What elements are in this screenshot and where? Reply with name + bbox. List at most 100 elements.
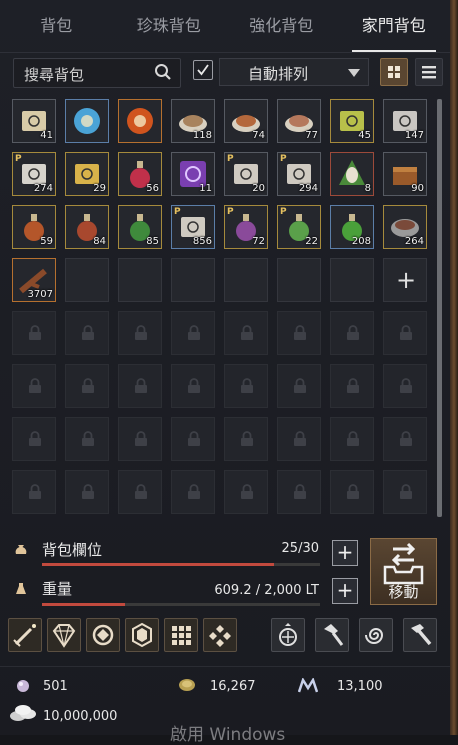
- inventory-slot[interactable]: 41: [12, 99, 56, 143]
- inventory-slot[interactable]: 208: [330, 205, 374, 249]
- locked-slot[interactable]: [12, 311, 56, 355]
- locked-slot[interactable]: [277, 470, 321, 514]
- inventory-slot[interactable]: 264: [383, 205, 427, 249]
- inventory-slot[interactable]: P 22: [277, 205, 321, 249]
- empty-slot[interactable]: [224, 258, 268, 302]
- auto-sort-checkbox[interactable]: [193, 60, 213, 80]
- sword-enhance-button[interactable]: [8, 618, 42, 652]
- grid-item-button[interactable]: [164, 618, 198, 652]
- locked-slot[interactable]: [330, 470, 374, 514]
- locked-slot[interactable]: [118, 417, 162, 461]
- locked-slot[interactable]: [65, 311, 109, 355]
- grid-view-button[interactable]: [380, 58, 408, 86]
- locked-slot[interactable]: [65, 364, 109, 408]
- tab-inventory[interactable]: 背包: [0, 0, 113, 52]
- locked-slot[interactable]: [171, 364, 215, 408]
- locked-slot[interactable]: [277, 311, 321, 355]
- locked-slot[interactable]: [277, 364, 321, 408]
- diamond-cluster-button[interactable]: [203, 618, 237, 652]
- inventory-slot[interactable]: 8: [330, 152, 374, 196]
- search-icon[interactable]: [154, 63, 172, 81]
- inventory-grid: 41 118 74 77 45 147 P 274 29 56 11 P 20 P 294 8 90 59 84 85…: [12, 99, 432, 517]
- sort-dropdown-label: 自動排列: [248, 65, 309, 83]
- empty-slot[interactable]: [65, 258, 109, 302]
- inventory-slot[interactable]: 118: [171, 99, 215, 143]
- item-quantity: 59: [40, 236, 53, 247]
- inventory-slot[interactable]: 147: [383, 99, 427, 143]
- scrollbar-thumb[interactable]: [437, 99, 442, 517]
- locked-slot[interactable]: [65, 417, 109, 461]
- inventory-slot[interactable]: 85: [118, 205, 162, 249]
- empty-slot[interactable]: [118, 258, 162, 302]
- inventory-slot[interactable]: 45: [330, 99, 374, 143]
- lantern-button[interactable]: [271, 618, 305, 652]
- lock-icon: [400, 378, 412, 393]
- alchemy-stone-button[interactable]: [86, 618, 120, 652]
- inventory-slot[interactable]: P 856: [171, 205, 215, 249]
- inventory-slot[interactable]: [118, 99, 162, 143]
- locked-slot[interactable]: [383, 311, 427, 355]
- inventory-slot[interactable]: 11: [171, 152, 215, 196]
- locked-slot[interactable]: [224, 311, 268, 355]
- inventory-scrollbar[interactable]: [437, 99, 442, 517]
- inventory-slot[interactable]: 84: [65, 205, 109, 249]
- lock-icon: [188, 325, 200, 340]
- locked-slot[interactable]: [383, 417, 427, 461]
- pearl-marker: P: [280, 154, 287, 164]
- inventory-slot[interactable]: P 294: [277, 152, 321, 196]
- locked-slot[interactable]: [383, 470, 427, 514]
- empty-slot[interactable]: [277, 258, 321, 302]
- stone-ring-icon: [92, 624, 114, 646]
- search-input[interactable]: 搜尋背包: [13, 58, 181, 88]
- empty-slot[interactable]: [171, 258, 215, 302]
- pearl-marker: P: [227, 154, 234, 164]
- locked-slot[interactable]: [118, 470, 162, 514]
- locked-slot[interactable]: [12, 470, 56, 514]
- inventory-slot[interactable]: 74: [224, 99, 268, 143]
- locked-slot[interactable]: [65, 470, 109, 514]
- locked-slot[interactable]: [12, 417, 56, 461]
- locked-slot[interactable]: [171, 311, 215, 355]
- locked-slot[interactable]: [171, 470, 215, 514]
- locked-slot[interactable]: [12, 364, 56, 408]
- locked-slot[interactable]: [330, 311, 374, 355]
- list-view-button[interactable]: [415, 58, 443, 86]
- inventory-slot[interactable]: 59: [12, 205, 56, 249]
- locked-slot[interactable]: [277, 417, 321, 461]
- add-slot-button[interactable]: +: [383, 258, 427, 302]
- inventory-slot[interactable]: 77: [277, 99, 321, 143]
- tab-enhance-inventory[interactable]: 強化背包: [225, 0, 338, 52]
- expand-slots-button[interactable]: +: [332, 540, 358, 566]
- locked-slot[interactable]: [224, 470, 268, 514]
- locked-slot[interactable]: [118, 364, 162, 408]
- inventory-slot[interactable]: P 20: [224, 152, 268, 196]
- inventory-slot[interactable]: 90: [383, 152, 427, 196]
- spiral-button[interactable]: [359, 618, 393, 652]
- locked-slot[interactable]: [330, 364, 374, 408]
- inventory-slot[interactable]: P 72: [224, 205, 268, 249]
- sort-dropdown[interactable]: 自動排列: [219, 58, 369, 86]
- move-button[interactable]: 移動: [370, 538, 437, 605]
- expand-weight-button[interactable]: +: [332, 578, 358, 604]
- locked-slot[interactable]: [383, 364, 427, 408]
- mileage-icon: [298, 678, 318, 693]
- inventory-slot[interactable]: 3707: [12, 258, 56, 302]
- tab-family-inventory[interactable]: 家門背包: [338, 0, 451, 52]
- inventory-slot[interactable]: P 274: [12, 152, 56, 196]
- repair-hammer-button[interactable]: [403, 618, 437, 652]
- locked-slot[interactable]: [171, 417, 215, 461]
- inventory-slot[interactable]: 56: [118, 152, 162, 196]
- inventory-slot[interactable]: 29: [65, 152, 109, 196]
- hammer-button[interactable]: [315, 618, 349, 652]
- empty-slot[interactable]: [330, 258, 374, 302]
- gem-crystal-button[interactable]: [47, 618, 81, 652]
- locked-slot[interactable]: [224, 417, 268, 461]
- item-quantity: 45: [358, 130, 371, 141]
- inventory-slot[interactable]: [65, 99, 109, 143]
- hexagon-gem-button[interactable]: [125, 618, 159, 652]
- locked-slot[interactable]: [330, 417, 374, 461]
- locked-slot[interactable]: [224, 364, 268, 408]
- lock-icon: [82, 431, 94, 446]
- tab-pearl-inventory[interactable]: 珍珠背包: [113, 0, 226, 52]
- locked-slot[interactable]: [118, 311, 162, 355]
